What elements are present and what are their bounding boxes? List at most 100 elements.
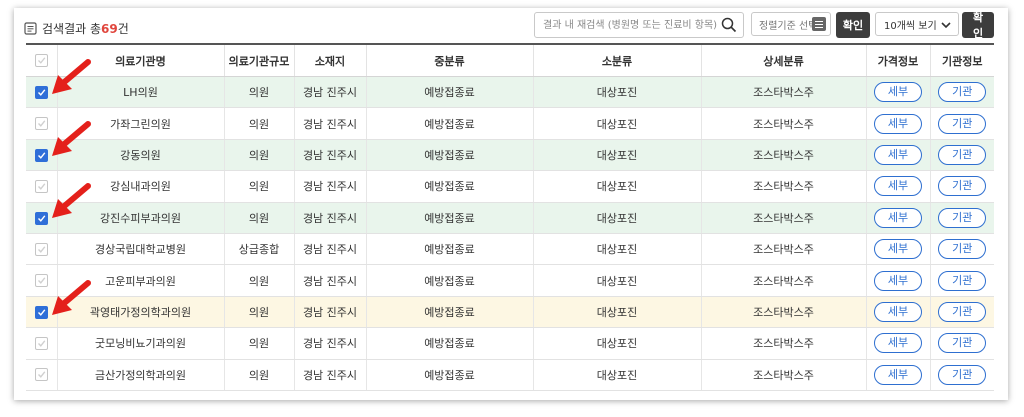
detail-category-cell: 조스타박스주 (700, 296, 866, 329)
table-row: 금산가정의학과의원 의원 경남 진주시 예방접종료 대상포진 조스타박스주 세부 기관 (26, 359, 994, 391)
mid-category-cell: 예방접종료 (365, 76, 533, 109)
red-arrow-icon (52, 121, 91, 156)
results-toolbar: 검색결과 총 69 건 정렬기준 선택 확인 10개씩 보기 확인 (14, 8, 1008, 44)
row-checkbox[interactable] (34, 117, 48, 131)
org-info-button-cell: 기관 (929, 296, 994, 329)
detail-category-cell: 조스타박스주 (700, 327, 866, 360)
org-info-button[interactable]: 기관 (938, 82, 987, 103)
price-detail-button[interactable]: 세부 (874, 113, 922, 134)
price-detail-button[interactable]: 세부 (874, 239, 922, 260)
row-checkbox[interactable] (34, 337, 48, 351)
org-info-button-cell: 기관 (929, 327, 994, 360)
price-detail-button[interactable]: 세부 (874, 82, 922, 103)
institution-name-cell: 굿모닝비뇨기과의원 (56, 327, 224, 360)
sort-select[interactable]: 정렬기준 선택 (751, 12, 831, 36)
table-body: LH의원 의원 경남 진주시 예방접종료 대상포진 조스타박스주 세부 기관 가좌그린의원 의원 경… (26, 76, 994, 391)
org-info-button[interactable]: 기관 (938, 301, 987, 322)
org-info-button-cell: 기관 (929, 202, 994, 234)
sort-label: 정렬기준 선택 (759, 20, 818, 32)
price-detail-button[interactable]: 세부 (874, 301, 922, 322)
row-checkbox[interactable] (34, 274, 48, 288)
price-detail-button-cell: 세부 (865, 107, 930, 140)
row-checkbox[interactable] (34, 305, 48, 319)
small-category-cell: 대상포진 (532, 139, 701, 172)
price-detail-button[interactable]: 세부 (874, 364, 922, 385)
org-info-button[interactable]: 기관 (938, 333, 987, 354)
price-detail-button[interactable]: 세부 (874, 144, 922, 165)
price-detail-button[interactable]: 세부 (874, 207, 922, 228)
row-checkbox[interactable] (34, 211, 48, 225)
price-detail-button-cell: 세부 (865, 296, 930, 329)
institution-name-cell: 금산가정의학과의원 (56, 359, 224, 391)
result-count: 69 (101, 21, 118, 36)
red-arrow-icon (52, 183, 91, 218)
column-header-detail-category: 상세분류 (700, 43, 866, 77)
row-checkbox[interactable] (34, 148, 48, 162)
table-row: 강심내과의원 의원 경남 진주시 예방접종료 대상포진 조스타박스주 세부 기관 (26, 170, 994, 203)
mid-category-cell: 예방접종료 (365, 264, 533, 297)
location-cell: 경남 진주시 (293, 359, 366, 391)
small-category-cell: 대상포진 (532, 202, 701, 234)
price-detail-button[interactable]: 세부 (874, 333, 922, 354)
mid-category-cell: 예방접종료 (365, 170, 533, 203)
location-cell: 경남 진주시 (293, 139, 366, 172)
institution-size-cell: 의원 (223, 264, 294, 297)
column-header-size: 의료기관규모 (223, 43, 294, 77)
institution-size-cell: 의원 (223, 107, 294, 140)
price-detail-button-cell: 세부 (865, 139, 930, 172)
row-checkbox[interactable] (34, 242, 48, 256)
results-table: 의료기관명 의료기관규모 소재지 중분류 소분류 상세분류 가격정보 기관정보 … (26, 43, 994, 391)
table-row: 고운피부과의원 의원 경남 진주시 예방접종료 대상포진 조스타박스주 세부 기관 (26, 264, 994, 297)
location-cell: 경남 진주시 (293, 327, 366, 360)
price-detail-button[interactable]: 세부 (874, 270, 922, 291)
row-checkbox[interactable] (34, 85, 48, 99)
price-detail-button-cell: 세부 (865, 233, 930, 266)
small-category-cell: 대상포진 (532, 170, 701, 203)
page-size-select[interactable]: 10개씩 보기 (875, 12, 959, 36)
org-info-button[interactable]: 기관 (938, 144, 987, 165)
location-cell: 경남 진주시 (293, 233, 366, 266)
row-checkbox[interactable] (34, 180, 48, 194)
row-checkbox[interactable] (34, 368, 48, 382)
org-info-button-cell: 기관 (929, 359, 994, 391)
location-cell: 경남 진주시 (293, 202, 366, 234)
detail-category-cell: 조스타박스주 (700, 76, 866, 109)
search-input[interactable] (535, 14, 719, 37)
price-detail-button[interactable]: 세부 (874, 176, 922, 197)
price-detail-button-cell: 세부 (865, 170, 930, 203)
column-header-org-info: 기관정보 (929, 43, 994, 77)
org-info-button[interactable]: 기관 (938, 207, 987, 228)
org-info-button[interactable]: 기관 (938, 176, 987, 197)
org-info-button-cell: 기관 (929, 76, 994, 109)
detail-category-cell: 조스타박스주 (700, 264, 866, 297)
small-category-cell: 대상포진 (532, 107, 701, 140)
small-category-cell: 대상포진 (532, 296, 701, 329)
sort-confirm-button[interactable]: 확인 (836, 12, 870, 38)
price-detail-button-cell: 세부 (865, 202, 930, 234)
org-info-button[interactable]: 기관 (938, 239, 987, 260)
location-cell: 경남 진주시 (293, 296, 366, 329)
small-category-cell: 대상포진 (532, 327, 701, 360)
institution-size-cell: 의원 (223, 76, 294, 109)
select-all-checkbox[interactable] (34, 54, 48, 68)
org-info-button-cell: 기관 (929, 233, 994, 266)
detail-category-cell: 조스타박스주 (700, 139, 866, 172)
detail-category-cell: 조스타박스주 (700, 170, 866, 203)
org-info-button[interactable]: 기관 (938, 113, 987, 134)
row-select-cell (26, 233, 57, 266)
column-header-mid-category: 중분류 (365, 43, 533, 77)
small-category-cell: 대상포진 (532, 233, 701, 266)
small-category-cell: 대상포진 (532, 76, 701, 109)
list-icon (812, 17, 826, 31)
institution-size-cell: 의원 (223, 139, 294, 172)
small-category-cell: 대상포진 (532, 359, 701, 391)
org-info-button[interactable]: 기관 (938, 364, 987, 385)
result-prefix: 검색결과 총 (42, 22, 102, 36)
mid-category-cell: 예방접종료 (365, 327, 533, 360)
page-size-confirm-button[interactable]: 확인 (962, 11, 994, 40)
search-icon[interactable] (721, 17, 737, 33)
location-cell: 경남 진주시 (293, 107, 366, 140)
table-row: 강동의원 의원 경남 진주시 예방접종료 대상포진 조스타박스주 세부 기관 (26, 139, 994, 172)
column-header-small-category: 소분류 (532, 43, 701, 77)
org-info-button[interactable]: 기관 (938, 270, 987, 291)
